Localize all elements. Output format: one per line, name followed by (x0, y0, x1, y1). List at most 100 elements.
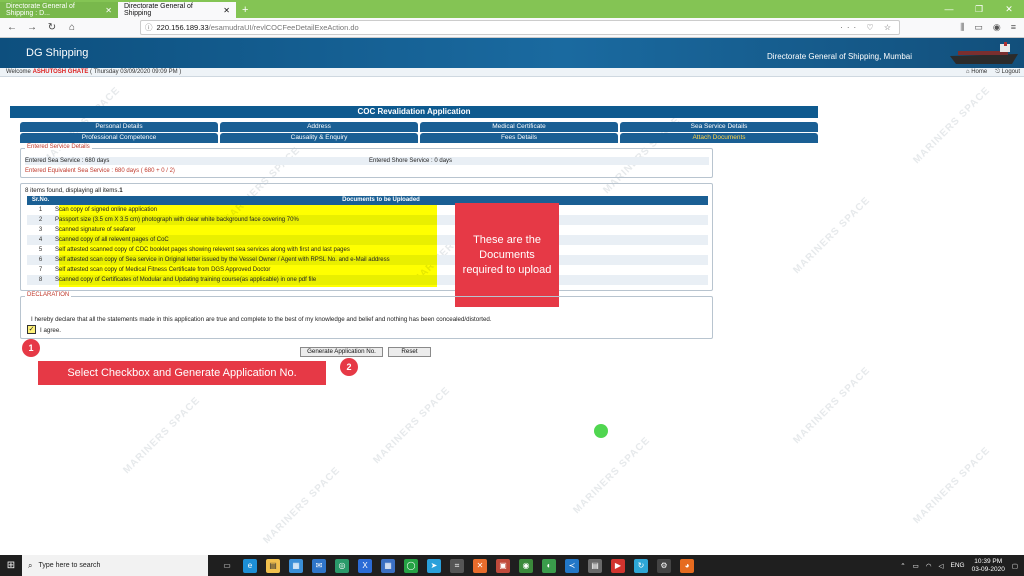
battery-icon[interactable]: ▭ (913, 562, 919, 570)
sidebar-icon[interactable]: ▭ (974, 22, 983, 33)
network-icon[interactable]: ⌗ (450, 558, 464, 573)
wifi-icon[interactable]: ◠ (926, 562, 932, 570)
mouse-cursor-highlight (594, 424, 608, 438)
form-tabs: Personal Details Address Medical Certifi… (20, 122, 818, 144)
shore-service: Entered Shore Service : 0 days (369, 158, 453, 164)
info-icon[interactable]: ⓘ (145, 22, 153, 33)
app-icon[interactable]: ◎ (335, 558, 349, 573)
language-indicator[interactable]: ENG (951, 562, 965, 569)
window-controls: — ❐ ✕ (934, 0, 1024, 18)
calendar-icon[interactable]: ▦ (381, 558, 395, 573)
firefox-icon[interactable]: ◕ (680, 558, 694, 573)
browser-tab[interactable]: Directorate General of Shipping : D... ✕ (0, 2, 118, 18)
agree-label: I agree. (40, 327, 61, 334)
task-view-icon[interactable]: ▭ (220, 559, 234, 573)
clock[interactable]: 10:39 PM 03-09-2020 (972, 558, 1005, 574)
watermark: MARINERS SPACE (371, 384, 453, 467)
browser-tab-label: Directorate General of Shipping : D... (6, 3, 75, 17)
file-explorer-icon[interactable]: ▤ (266, 558, 280, 573)
tab-address[interactable]: Address (220, 122, 418, 132)
store-icon[interactable]: ▦ (289, 558, 303, 573)
agree-checkbox[interactable]: ✓ (27, 325, 36, 334)
notes-icon[interactable]: ▤ (588, 558, 602, 573)
tab-personal-details[interactable]: Personal Details (20, 122, 218, 132)
settings-icon[interactable]: ⚙ (657, 558, 671, 573)
url-bar[interactable]: ⓘ 220.156.189.33 /esamudraUI/revlCOCFeeD… (140, 20, 900, 35)
generate-application-button[interactable]: Generate Application No. (300, 347, 383, 357)
user-name: ASHUTOSH GHATE (32, 69, 89, 75)
row-no: 5 (38, 247, 43, 253)
green-app-icon[interactable]: ◐ (542, 558, 556, 573)
library-icon[interactable]: ⫼ (960, 22, 964, 33)
logout-link[interactable]: ⎋ Logout (995, 68, 1020, 77)
tray-chevron-icon[interactable]: ⌃ (900, 562, 905, 570)
row-no: 6 (38, 257, 43, 263)
page-actions-icon[interactable]: ··· ♡ ☆ (840, 23, 895, 32)
col-documents: Documents to be Uploaded (342, 197, 420, 203)
home-icon[interactable]: ⌂ (64, 22, 80, 33)
windows-start-icon[interactable]: ⊞ (0, 560, 22, 571)
notifications-icon[interactable]: ▢ (1012, 562, 1018, 570)
sea-service: Entered Sea Service : 680 days (25, 158, 110, 164)
reload-icon[interactable]: ↻ (44, 22, 60, 33)
search-placeholder: Type here to search (38, 562, 101, 569)
menu-icon[interactable]: ≡ (1011, 22, 1016, 33)
search-icon: ⌕ (28, 560, 33, 570)
items-found-page[interactable]: 1 (119, 187, 122, 194)
clock-time: 10:39 PM (974, 557, 1003, 565)
declaration-statement: I hereby declare that all the statements… (31, 316, 492, 323)
watermark: MARINERS SPACE (121, 394, 203, 477)
service-row: Entered Sea Service : 680 days Entered S… (25, 157, 709, 165)
maximize-icon[interactable]: ❐ (964, 4, 994, 15)
new-tab-icon[interactable]: + (242, 2, 248, 18)
close-icon[interactable]: ✕ (223, 6, 230, 15)
forward-icon[interactable]: → (24, 22, 40, 33)
media-icon[interactable]: ▶ (611, 558, 625, 573)
login-date: ( Thursday 03/09/2020 09:09 PM ) (90, 69, 182, 75)
row-no: 8 (38, 277, 43, 283)
sync-icon[interactable]: ↻ (634, 558, 648, 573)
service-details-panel: Entered Service Details Entered Sea Serv… (20, 144, 713, 178)
declaration-legend: DECLARATION (25, 292, 72, 298)
minimize-icon[interactable]: — (934, 4, 964, 14)
mail-icon[interactable]: ✉ (312, 558, 326, 573)
telegram-icon[interactable]: ➤ (427, 558, 441, 573)
tab-row: Professional Competence Causality & Enqu… (20, 133, 818, 143)
window-close-icon[interactable]: ✕ (994, 4, 1024, 15)
home-link[interactable]: ⌂ Home (966, 68, 987, 77)
watermark: MARINERS SPACE (571, 434, 653, 517)
row-doc: Scan copy of signed online application (55, 207, 158, 213)
site-logo[interactable]: DG Shipping (26, 47, 88, 59)
browser-tab-active[interactable]: Directorate General of Shipping ✕ (118, 2, 236, 18)
tab-causality-enquiry[interactable]: Causality & Enquiry (220, 133, 418, 143)
row-no: 3 (38, 227, 43, 233)
chrome-icon[interactable]: ◉ (519, 558, 533, 573)
row-no: 1 (38, 207, 43, 213)
tab-fees-details[interactable]: Fees Details (420, 133, 618, 143)
ship-icon (950, 42, 1018, 64)
back-icon[interactable]: ← (4, 22, 20, 33)
account-icon[interactable]: ◉ (993, 22, 1001, 33)
tab-professional-competence[interactable]: Professional Competence (20, 133, 218, 143)
tab-medical-certificate[interactable]: Medical Certificate (420, 122, 618, 132)
reset-button[interactable]: Reset (388, 347, 431, 357)
vscode-icon[interactable]: ≺ (565, 558, 579, 573)
step-badge-1: 1 (22, 339, 40, 357)
welcome-bar: Welcome ASHUTOSH GHATE ( Thursday 03/09/… (0, 68, 1024, 77)
tab-sea-service-details[interactable]: Sea Service Details (620, 122, 818, 132)
excel-like-icon[interactable]: X (358, 558, 372, 573)
row-doc: Passport size (3.5 cm X 3.5 cm) photogra… (55, 217, 299, 223)
edge-icon[interactable]: e (243, 558, 257, 573)
equivalent-service: Entered Equivalent Sea Service : 680 day… (25, 168, 175, 174)
volume-icon[interactable]: ◁ (939, 562, 944, 570)
photos-icon[interactable]: ▣ (496, 558, 510, 573)
url-path: /esamudraUI/revlCOCFeeDetailExeAction.do (208, 23, 359, 32)
whatsapp-icon[interactable]: ◯ (404, 558, 418, 573)
row-doc: Scanned signature of seafarer (55, 227, 136, 233)
tab-attach-documents[interactable]: Attach Documents (620, 133, 818, 143)
close-icon[interactable]: ✕ (105, 6, 112, 15)
xampp-icon[interactable]: ✕ (473, 558, 487, 573)
org-name: Directorate General of Shipping, Mumbai (767, 52, 912, 61)
taskbar-search[interactable]: ⌕ Type here to search (22, 555, 208, 576)
row-no: 4 (38, 237, 43, 243)
